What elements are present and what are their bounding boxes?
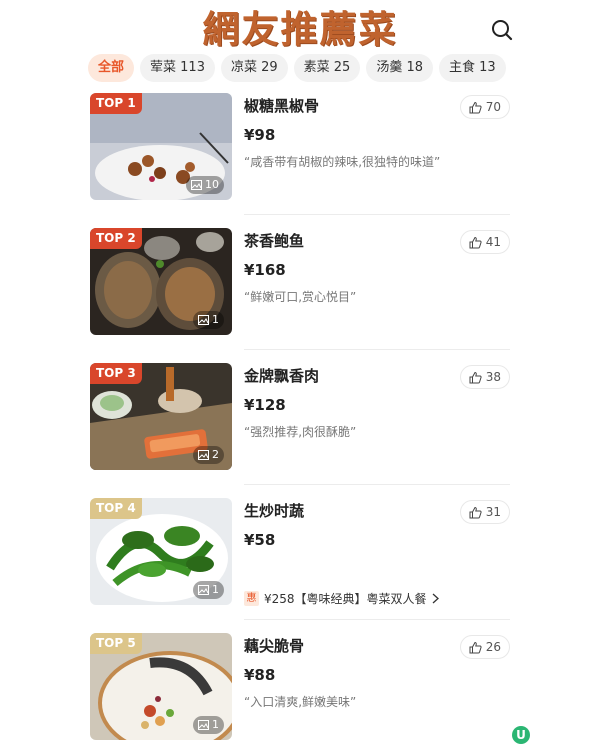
- photo-count-value: 2: [212, 448, 219, 461]
- dish-item[interactable]: TOP 2 1 茶香鲍鱼 ¥168 “鲜嫩可口,赏心悦目” 41: [90, 228, 510, 363]
- dish-price: ¥88: [244, 666, 276, 684]
- divider: [244, 214, 510, 215]
- image-icon: [198, 315, 209, 325]
- dish-review-quote: “强烈推荐,肉很酥脆”: [244, 425, 357, 439]
- search-icon: [492, 20, 513, 41]
- dish-photo[interactable]: TOP 2 1: [90, 228, 232, 335]
- photo-count: 10: [186, 176, 224, 194]
- like-button[interactable]: 41: [459, 230, 510, 254]
- rank-badge: TOP 1: [90, 93, 142, 114]
- tab-cold[interactable]: 凉菜 29: [220, 54, 288, 82]
- tab-meat[interactable]: 荤菜 113: [140, 54, 215, 82]
- like-count: 41: [485, 235, 501, 249]
- photo-count-value: 1: [212, 583, 219, 596]
- divider: [244, 484, 510, 485]
- image-icon: [198, 585, 209, 595]
- dish-photo[interactable]: TOP 5 1: [90, 633, 232, 740]
- divider: [244, 349, 510, 350]
- thumbs-up-icon: [469, 641, 482, 653]
- dish-price: ¥58: [244, 531, 276, 549]
- dish-photo[interactable]: TOP 1 10: [90, 93, 232, 200]
- image-icon: [198, 450, 209, 460]
- like-button[interactable]: 70: [459, 95, 510, 119]
- tab-all[interactable]: 全部: [88, 54, 135, 82]
- like-count: 26: [485, 640, 501, 654]
- dish-item[interactable]: TOP 1 10 椒糖黑椒骨 ¥98 “咸香带有胡椒的辣味,很独特的味道” 70: [90, 93, 510, 228]
- chevron-right-icon: [432, 593, 439, 604]
- thumbs-up-icon: [469, 371, 482, 383]
- photo-count-value: 10: [205, 178, 219, 191]
- like-button[interactable]: 38: [459, 365, 510, 389]
- like-count: 31: [485, 505, 501, 519]
- dish-photo[interactable]: TOP 3 2: [90, 363, 232, 470]
- search-button[interactable]: [488, 16, 516, 44]
- like-count: 38: [485, 370, 501, 384]
- header: 網友推薦菜: [0, 0, 600, 55]
- rank-badge: TOP 2: [90, 228, 142, 249]
- page-title: 網友推薦菜: [202, 7, 398, 51]
- like-count: 70: [485, 100, 501, 114]
- dish-name[interactable]: 生炒时蔬: [244, 500, 304, 521]
- dish-list: TOP 1 10 椒糖黑椒骨 ¥98 “咸香带有胡椒的辣味,很独特的味道” 70: [90, 93, 510, 750]
- dish-name[interactable]: 椒糖黑椒骨: [244, 95, 319, 116]
- tab-soup[interactable]: 汤羹 18: [366, 54, 434, 82]
- tab-staple[interactable]: 主食 13: [439, 54, 506, 82]
- dish-item[interactable]: TOP 3 2 金牌飘香肉 ¥128 “强烈推荐,肉很酥脆” 38: [90, 363, 510, 498]
- photo-count: 2: [193, 446, 224, 464]
- dish-item[interactable]: TOP 5 1 藕尖脆骨 ¥88 “入口清爽,鲜嫩美味” 26: [90, 633, 510, 750]
- photo-count: 1: [193, 311, 224, 329]
- dish-review-quote: “入口清爽,鲜嫩美味”: [244, 695, 357, 709]
- dish-photo[interactable]: TOP 4 1: [90, 498, 232, 605]
- image-icon: [198, 720, 209, 730]
- dish-name[interactable]: 茶香鲍鱼: [244, 230, 304, 251]
- tab-vegetable[interactable]: 素菜 25: [293, 54, 361, 82]
- dish-price: ¥168: [244, 261, 286, 279]
- image-icon: [191, 180, 202, 190]
- photo-count: 1: [193, 581, 224, 599]
- thumbs-up-icon: [469, 506, 482, 518]
- like-button[interactable]: 31: [459, 500, 510, 524]
- thumbs-up-icon: [469, 236, 482, 248]
- photo-count-value: 1: [212, 313, 219, 326]
- photo-count: 1: [193, 716, 224, 734]
- divider: [244, 619, 510, 620]
- app-logo: U: [512, 726, 530, 744]
- dish-price: ¥98: [244, 126, 276, 144]
- rank-badge: TOP 3: [90, 363, 142, 384]
- deal-link[interactable]: 惠 ¥258【粤味经典】粤菜双人餐: [244, 590, 439, 607]
- dish-name[interactable]: 金牌飘香肉: [244, 365, 319, 386]
- dish-review-quote: “咸香带有胡椒的辣味,很独特的味道”: [244, 155, 441, 169]
- dish-item[interactable]: TOP 4 1 生炒时蔬 ¥58 惠 ¥258【粤味经典】粤菜双人餐 31: [90, 498, 510, 633]
- rank-badge: TOP 5: [90, 633, 142, 654]
- dish-name[interactable]: 藕尖脆骨: [244, 635, 304, 656]
- deal-badge: 惠: [244, 591, 259, 606]
- thumbs-up-icon: [469, 101, 482, 113]
- photo-count-value: 1: [212, 718, 219, 731]
- rank-badge: TOP 4: [90, 498, 142, 519]
- dish-price: ¥128: [244, 396, 286, 414]
- like-button[interactable]: 26: [459, 635, 510, 659]
- deal-text: ¥258【粤味经典】粤菜双人餐: [264, 592, 427, 606]
- dish-review-quote: “鲜嫩可口,赏心悦目”: [244, 290, 357, 304]
- category-tabs: 全部 荤菜 113 凉菜 29 素菜 25 汤羹 18 主食 13: [88, 54, 528, 84]
